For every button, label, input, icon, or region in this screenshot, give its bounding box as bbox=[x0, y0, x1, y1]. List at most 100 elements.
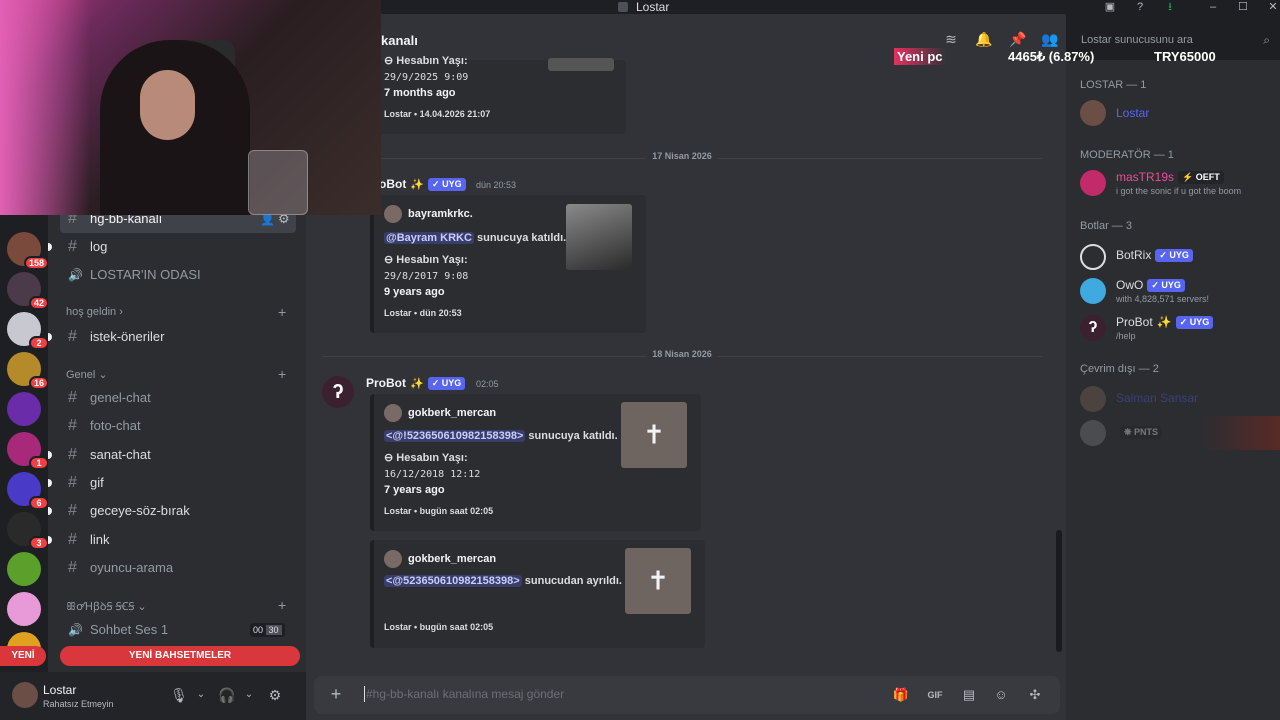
user-name[interactable]: Lostar bbox=[43, 683, 76, 697]
message-author[interactable]: ProBot ✨ ✓ UYG bbox=[366, 376, 466, 390]
member-botrix[interactable]: BotRix ✓ UYG bbox=[1080, 242, 1270, 276]
hash-icon: # bbox=[68, 474, 77, 491]
member-status: /help bbox=[1116, 331, 1136, 341]
channel-label: geceye-söz-bırak bbox=[90, 503, 190, 518]
apps-icon[interactable]: ✣ bbox=[1026, 686, 1044, 704]
gift-icon[interactable]: 🎁 bbox=[892, 686, 910, 704]
embed-thumbnail[interactable] bbox=[548, 58, 614, 71]
chevron-down-icon[interactable]: ⌄ bbox=[192, 686, 210, 704]
member-category: Botlar — 3 bbox=[1080, 220, 1132, 232]
channel-foto-chat[interactable]: # foto-chat bbox=[60, 412, 296, 440]
category-hos-geldin[interactable]: hoş geldin › bbox=[66, 306, 123, 318]
emoji-icon[interactable]: ☺ bbox=[992, 686, 1010, 704]
inbox-icon[interactable]: ▣ bbox=[1103, 0, 1117, 14]
member-owo[interactable]: OwO ✓ UYG with 4,828,571 servers! bbox=[1080, 276, 1270, 310]
server-icon[interactable]: 1 bbox=[7, 432, 49, 470]
channel-genel-chat[interactable]: # genel-chat bbox=[60, 384, 296, 412]
scrollbar[interactable] bbox=[1056, 530, 1062, 652]
channel-label: foto-chat bbox=[90, 418, 141, 433]
account-date: 16/12/2018 12:12 bbox=[384, 469, 481, 480]
user-mention[interactable]: <@523650610982158398> bbox=[384, 575, 522, 587]
threads-icon[interactable]: ≋ bbox=[942, 30, 960, 48]
embed-thumbnail[interactable]: ✝ bbox=[625, 548, 691, 614]
server-icon[interactable]: 2 bbox=[7, 312, 49, 350]
member-name: OwO ✓ UYG bbox=[1116, 278, 1185, 292]
server-icon[interactable]: 158 bbox=[7, 232, 49, 270]
member-name: ProBot ✨ ✓ UYG bbox=[1116, 315, 1214, 329]
embed-card: bayramkrkc. @Bayram KRKC sunucuya katıld… bbox=[370, 195, 646, 333]
avatar bbox=[1080, 386, 1106, 412]
embed-footer: Lostar • 14.04.2026 21:07 bbox=[384, 109, 491, 119]
pin-icon[interactable]: 📌 bbox=[1009, 30, 1027, 48]
close-icon[interactable]: ✕ bbox=[1266, 0, 1280, 14]
mention-badge: 1 bbox=[29, 456, 49, 470]
user-mention[interactable]: @Bayram KRKC bbox=[384, 232, 474, 244]
channel-link[interactable]: # link bbox=[48, 526, 296, 554]
embed-footer: Lostar • bugün saat 02:05 bbox=[384, 622, 494, 632]
channel-sanat-chat[interactable]: # sanat-chat bbox=[48, 441, 296, 469]
server-icon[interactable] bbox=[7, 392, 41, 426]
maximize-icon[interactable]: ☐ bbox=[1236, 0, 1250, 14]
speaker-icon: 🔊 bbox=[68, 623, 83, 637]
channel-label: genel-chat bbox=[90, 390, 151, 405]
server-icon[interactable]: 6 bbox=[7, 472, 49, 510]
message-author[interactable]: oBot ✨ ✓ UYG bbox=[379, 177, 466, 191]
gif-icon[interactable]: GIF bbox=[926, 686, 944, 704]
download-icon[interactable]: ⭳ bbox=[1163, 0, 1177, 14]
hash-icon: # bbox=[68, 389, 77, 406]
avatar[interactable] bbox=[12, 682, 38, 708]
webcam-overlay: VIRGX bbox=[0, 0, 381, 215]
channel-lostarin-odasi[interactable]: 🔊 LOSTAR'IN ODASI bbox=[60, 261, 296, 289]
sticker-icon[interactable]: ▤ bbox=[960, 686, 978, 704]
join-text: @Bayram KRKC sunucuya katıldı. bbox=[384, 232, 567, 244]
embed-thumbnail[interactable] bbox=[566, 204, 632, 270]
headphones-icon[interactable]: 🎧 bbox=[218, 686, 236, 704]
server-icon[interactable] bbox=[7, 592, 41, 626]
donation-goal-overlay: Yeni pc 4465₺ (6.87%) TRY65000 bbox=[894, 48, 1234, 65]
member-salman-sansar[interactable]: Salman Sansar bbox=[1080, 384, 1270, 418]
sparkle-icon: ✨ bbox=[1156, 315, 1172, 329]
channel-geceye-soz-birak[interactable]: # geceye-söz-bırak bbox=[48, 497, 296, 525]
add-channel-icon[interactable]: + bbox=[278, 597, 286, 613]
bell-icon[interactable]: 🔔 bbox=[975, 30, 993, 48]
channel-label: oyuncu-arama bbox=[90, 560, 174, 575]
member-mastr19s[interactable]: masTR19s ⚡ OEFT i got the sonic if u got … bbox=[1080, 168, 1270, 202]
embed-author[interactable]: bayramkrkc. bbox=[384, 205, 473, 223]
new-mentions-button[interactable]: YENİ BAHSETMELER bbox=[60, 646, 300, 666]
embed-thumbnail[interactable]: ✝ bbox=[621, 402, 687, 468]
server-icon[interactable] bbox=[7, 552, 41, 586]
channel-oyuncu-arama[interactable]: # oyuncu-arama bbox=[60, 554, 296, 582]
member-lostar[interactable]: Lostar bbox=[1080, 98, 1270, 132]
server-icon[interactable]: 3 bbox=[7, 512, 49, 550]
embed-author[interactable]: gokberk_mercan bbox=[384, 550, 496, 568]
member-list-icon[interactable]: 👥 bbox=[1041, 30, 1059, 48]
avatar bbox=[1080, 420, 1106, 446]
member-probot[interactable]: ʔ ProBot ✨ ✓ UYG /help bbox=[1080, 313, 1270, 347]
add-channel-icon[interactable]: + bbox=[278, 304, 286, 320]
user-mention[interactable]: <@!523650610982158398> bbox=[384, 430, 526, 442]
channel-header-title: kanalı bbox=[381, 33, 418, 48]
server-icon[interactable]: 42 bbox=[7, 272, 49, 310]
microphone-icon[interactable]: 🎙 bbox=[170, 686, 188, 704]
message-input[interactable]: #hg-bb-kanalı kanalına mesaj gönder bbox=[366, 687, 564, 701]
embed-author[interactable]: gokberk_mercan bbox=[384, 404, 496, 422]
embed-card: ⊖ Hesabın Yaşı: 29/9/2025 9:09 7 months … bbox=[370, 55, 626, 134]
settings-gear-icon[interactable]: ⚙ bbox=[266, 686, 284, 704]
category-voice[interactable]: ꕥꝍꞪꞵꝺꞨ ꞨꞒꞨ ⌄ bbox=[66, 599, 147, 614]
server-icon[interactable]: 16 bbox=[7, 352, 49, 390]
chevron-down-icon[interactable]: ⌄ bbox=[240, 686, 258, 704]
channel-istek-oneriler[interactable]: # istek-öneriler bbox=[48, 323, 296, 351]
help-icon[interactable]: ? bbox=[1133, 0, 1147, 14]
channel-sohbet-ses-1[interactable]: 🔊 Sohbet Ses 1 00 30 bbox=[60, 616, 296, 644]
category-genel[interactable]: Genel ⌄ bbox=[66, 368, 108, 381]
attach-plus-icon[interactable]: + bbox=[326, 684, 346, 704]
channel-log[interactable]: # log bbox=[48, 233, 296, 261]
new-badge[interactable]: YENİ bbox=[0, 646, 46, 666]
message-time: 02:05 bbox=[476, 379, 499, 389]
minimize-icon[interactable]: – bbox=[1206, 0, 1220, 14]
channel-label: sanat-chat bbox=[90, 447, 151, 462]
add-channel-icon[interactable]: + bbox=[278, 366, 286, 382]
avatar[interactable]: ʔ bbox=[322, 376, 354, 408]
channel-label: link bbox=[90, 532, 110, 547]
channel-gif[interactable]: # gif bbox=[48, 469, 296, 497]
